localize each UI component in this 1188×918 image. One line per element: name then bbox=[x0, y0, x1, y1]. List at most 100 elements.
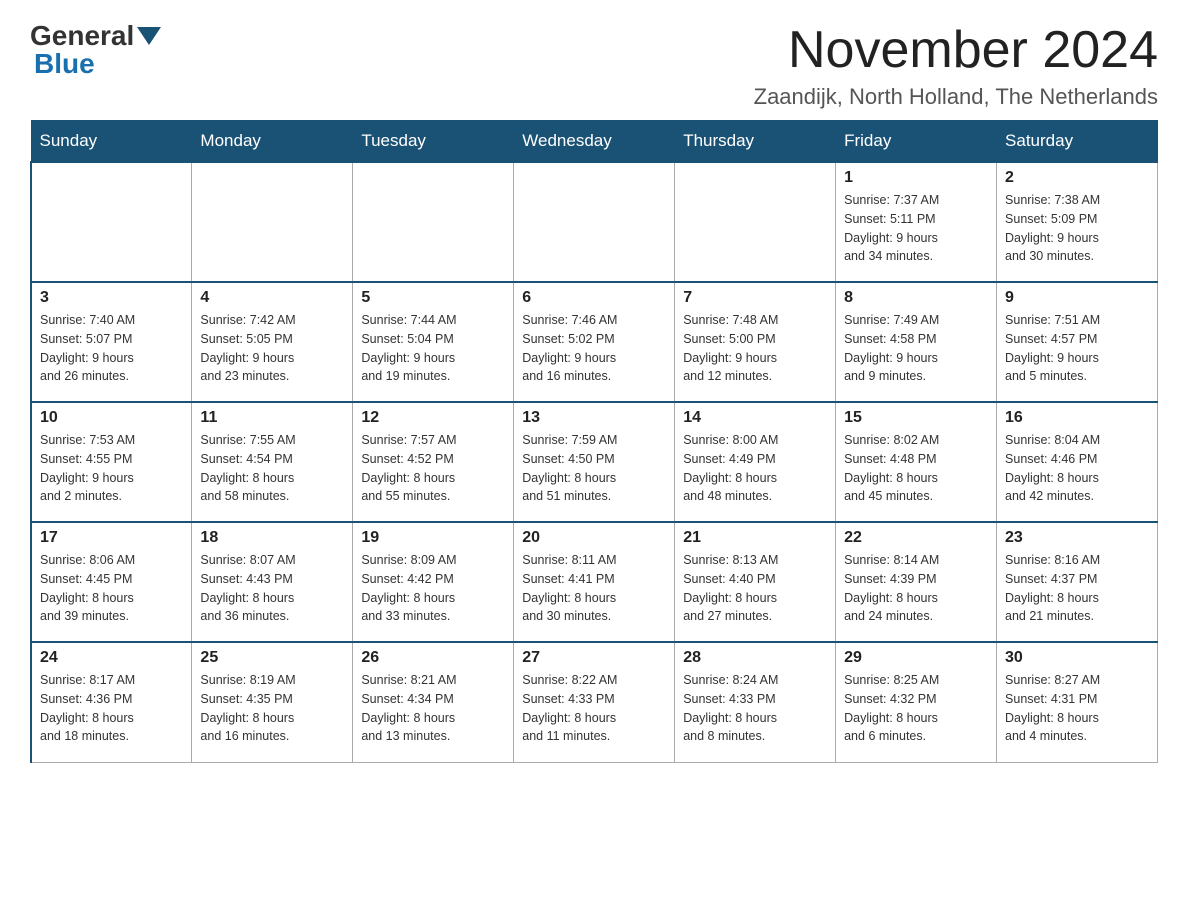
calendar-header-wednesday: Wednesday bbox=[514, 121, 675, 163]
calendar-cell: 30 Sunrise: 8:27 AM Sunset: 4:31 PM Dayli… bbox=[997, 642, 1158, 762]
day-info: Sunrise: 8:24 AM Sunset: 4:33 PM Dayligh… bbox=[683, 671, 827, 746]
calendar-cell bbox=[192, 162, 353, 282]
day-info: Sunrise: 7:42 AM Sunset: 5:05 PM Dayligh… bbox=[200, 311, 344, 386]
day-number: 22 bbox=[844, 529, 988, 547]
calendar-header-saturday: Saturday bbox=[997, 121, 1158, 163]
logo-arrow-icon bbox=[137, 27, 161, 45]
day-info: Sunrise: 7:44 AM Sunset: 5:04 PM Dayligh… bbox=[361, 311, 505, 386]
calendar-header-thursday: Thursday bbox=[675, 121, 836, 163]
calendar-header-friday: Friday bbox=[836, 121, 997, 163]
calendar-cell: 10 Sunrise: 7:53 AM Sunset: 4:55 PM Dayli… bbox=[31, 402, 192, 522]
calendar-cell: 29 Sunrise: 8:25 AM Sunset: 4:32 PM Dayli… bbox=[836, 642, 997, 762]
day-info: Sunrise: 8:06 AM Sunset: 4:45 PM Dayligh… bbox=[40, 551, 183, 626]
calendar-cell: 24Sunrise: 8:17 AM Sunset: 4:36 PM Dayli… bbox=[31, 642, 192, 762]
day-info: Sunrise: 7:51 AM Sunset: 4:57 PM Dayligh… bbox=[1005, 311, 1149, 386]
day-info: Sunrise: 8:21 AM Sunset: 4:34 PM Dayligh… bbox=[361, 671, 505, 746]
day-number: 18 bbox=[200, 529, 344, 547]
day-info: Sunrise: 7:55 AM Sunset: 4:54 PM Dayligh… bbox=[200, 431, 344, 506]
calendar-cell: 22 Sunrise: 8:14 AM Sunset: 4:39 PM Dayli… bbox=[836, 522, 997, 642]
day-info: Sunrise: 8:22 AM Sunset: 4:33 PM Dayligh… bbox=[522, 671, 666, 746]
day-number: 23 bbox=[1005, 529, 1149, 547]
calendar-cell: 14 Sunrise: 8:00 AM Sunset: 4:49 PM Dayli… bbox=[675, 402, 836, 522]
day-info: Sunrise: 7:46 AM Sunset: 5:02 PM Dayligh… bbox=[522, 311, 666, 386]
calendar-cell: 8Sunrise: 7:49 AM Sunset: 4:58 PM Daylig… bbox=[836, 282, 997, 402]
calendar-cell: 5Sunrise: 7:44 AM Sunset: 5:04 PM Daylig… bbox=[353, 282, 514, 402]
day-number: 24 bbox=[40, 649, 183, 667]
day-number: 21 bbox=[683, 529, 827, 547]
day-number: 7 bbox=[683, 289, 827, 307]
week-row-5: 24Sunrise: 8:17 AM Sunset: 4:36 PM Dayli… bbox=[31, 642, 1158, 762]
week-row-1: 1Sunrise: 7:37 AM Sunset: 5:11 PM Daylig… bbox=[31, 162, 1158, 282]
calendar-cell: 11 Sunrise: 7:55 AM Sunset: 4:54 PM Dayli… bbox=[192, 402, 353, 522]
day-number: 15 bbox=[844, 409, 988, 427]
day-info: Sunrise: 8:27 AM Sunset: 4:31 PM Dayligh… bbox=[1005, 671, 1149, 746]
calendar-cell bbox=[675, 162, 836, 282]
calendar-cell bbox=[514, 162, 675, 282]
calendar-cell: 26 Sunrise: 8:21 AM Sunset: 4:34 PM Dayli… bbox=[353, 642, 514, 762]
day-number: 14 bbox=[683, 409, 827, 427]
calendar-cell: 2 Sunrise: 7:38 AM Sunset: 5:09 PM Daylig… bbox=[997, 162, 1158, 282]
day-info: Sunrise: 8:25 AM Sunset: 4:32 PM Dayligh… bbox=[844, 671, 988, 746]
day-number: 28 bbox=[683, 649, 827, 667]
page-header: General Blue November 2024 Zaandijk, Nor… bbox=[30, 20, 1158, 110]
calendar-cell: 7 Sunrise: 7:48 AM Sunset: 5:00 PM Daylig… bbox=[675, 282, 836, 402]
day-info: Sunrise: 7:48 AM Sunset: 5:00 PM Dayligh… bbox=[683, 311, 827, 386]
calendar-cell: 25 Sunrise: 8:19 AM Sunset: 4:35 PM Dayli… bbox=[192, 642, 353, 762]
calendar-header-tuesday: Tuesday bbox=[353, 121, 514, 163]
calendar-cell: 13 Sunrise: 7:59 AM Sunset: 4:50 PM Dayli… bbox=[514, 402, 675, 522]
calendar-cell: 9Sunrise: 7:51 AM Sunset: 4:57 PM Daylig… bbox=[997, 282, 1158, 402]
day-info: Sunrise: 8:14 AM Sunset: 4:39 PM Dayligh… bbox=[844, 551, 988, 626]
day-info: Sunrise: 7:38 AM Sunset: 5:09 PM Dayligh… bbox=[1005, 191, 1149, 266]
day-number: 30 bbox=[1005, 649, 1149, 667]
calendar-cell: 17 Sunrise: 8:06 AM Sunset: 4:45 PM Dayli… bbox=[31, 522, 192, 642]
day-info: Sunrise: 7:53 AM Sunset: 4:55 PM Dayligh… bbox=[40, 431, 183, 506]
day-number: 19 bbox=[361, 529, 505, 547]
calendar-cell bbox=[31, 162, 192, 282]
day-number: 10 bbox=[40, 409, 183, 427]
week-row-2: 3 Sunrise: 7:40 AM Sunset: 5:07 PM Daylig… bbox=[31, 282, 1158, 402]
calendar-cell bbox=[353, 162, 514, 282]
day-info: Sunrise: 8:00 AM Sunset: 4:49 PM Dayligh… bbox=[683, 431, 827, 506]
day-number: 25 bbox=[200, 649, 344, 667]
day-info: Sunrise: 7:40 AM Sunset: 5:07 PM Dayligh… bbox=[40, 311, 183, 386]
day-info: Sunrise: 8:19 AM Sunset: 4:35 PM Dayligh… bbox=[200, 671, 344, 746]
day-number: 13 bbox=[522, 409, 666, 427]
day-number: 17 bbox=[40, 529, 183, 547]
calendar-cell: 4 Sunrise: 7:42 AM Sunset: 5:05 PM Daylig… bbox=[192, 282, 353, 402]
day-number: 20 bbox=[522, 529, 666, 547]
day-number: 6 bbox=[522, 289, 666, 307]
day-number: 26 bbox=[361, 649, 505, 667]
calendar-cell: 19 Sunrise: 8:09 AM Sunset: 4:42 PM Dayli… bbox=[353, 522, 514, 642]
day-number: 3 bbox=[40, 289, 183, 307]
calendar-cell: 16 Sunrise: 8:04 AM Sunset: 4:46 PM Dayli… bbox=[997, 402, 1158, 522]
day-number: 16 bbox=[1005, 409, 1149, 427]
month-title: November 2024 bbox=[754, 20, 1158, 80]
day-info: Sunrise: 8:04 AM Sunset: 4:46 PM Dayligh… bbox=[1005, 431, 1149, 506]
calendar-cell: 23Sunrise: 8:16 AM Sunset: 4:37 PM Dayli… bbox=[997, 522, 1158, 642]
calendar-cell: 27 Sunrise: 8:22 AM Sunset: 4:33 PM Dayli… bbox=[514, 642, 675, 762]
day-info: Sunrise: 8:13 AM Sunset: 4:40 PM Dayligh… bbox=[683, 551, 827, 626]
calendar-header-sunday: Sunday bbox=[31, 121, 192, 163]
calendar-header-monday: Monday bbox=[192, 121, 353, 163]
title-section: November 2024 Zaandijk, North Holland, T… bbox=[754, 20, 1158, 110]
week-row-4: 17 Sunrise: 8:06 AM Sunset: 4:45 PM Dayli… bbox=[31, 522, 1158, 642]
calendar-cell: 3 Sunrise: 7:40 AM Sunset: 5:07 PM Daylig… bbox=[31, 282, 192, 402]
day-info: Sunrise: 8:02 AM Sunset: 4:48 PM Dayligh… bbox=[844, 431, 988, 506]
day-number: 11 bbox=[200, 409, 344, 427]
day-number: 4 bbox=[200, 289, 344, 307]
calendar-header-row: SundayMondayTuesdayWednesdayThursdayFrid… bbox=[31, 121, 1158, 163]
calendar-cell: 12Sunrise: 7:57 AM Sunset: 4:52 PM Dayli… bbox=[353, 402, 514, 522]
calendar-table: SundayMondayTuesdayWednesdayThursdayFrid… bbox=[30, 120, 1158, 763]
day-number: 2 bbox=[1005, 169, 1149, 187]
calendar-cell: 18 Sunrise: 8:07 AM Sunset: 4:43 PM Dayli… bbox=[192, 522, 353, 642]
calendar-cell: 28 Sunrise: 8:24 AM Sunset: 4:33 PM Dayli… bbox=[675, 642, 836, 762]
day-number: 1 bbox=[844, 169, 988, 187]
day-info: Sunrise: 7:59 AM Sunset: 4:50 PM Dayligh… bbox=[522, 431, 666, 506]
calendar-cell: 20 Sunrise: 8:11 AM Sunset: 4:41 PM Dayli… bbox=[514, 522, 675, 642]
day-number: 27 bbox=[522, 649, 666, 667]
calendar-cell: 6 Sunrise: 7:46 AM Sunset: 5:02 PM Daylig… bbox=[514, 282, 675, 402]
day-info: Sunrise: 8:11 AM Sunset: 4:41 PM Dayligh… bbox=[522, 551, 666, 626]
day-info: Sunrise: 8:09 AM Sunset: 4:42 PM Dayligh… bbox=[361, 551, 505, 626]
day-number: 29 bbox=[844, 649, 988, 667]
day-info: Sunrise: 8:07 AM Sunset: 4:43 PM Dayligh… bbox=[200, 551, 344, 626]
